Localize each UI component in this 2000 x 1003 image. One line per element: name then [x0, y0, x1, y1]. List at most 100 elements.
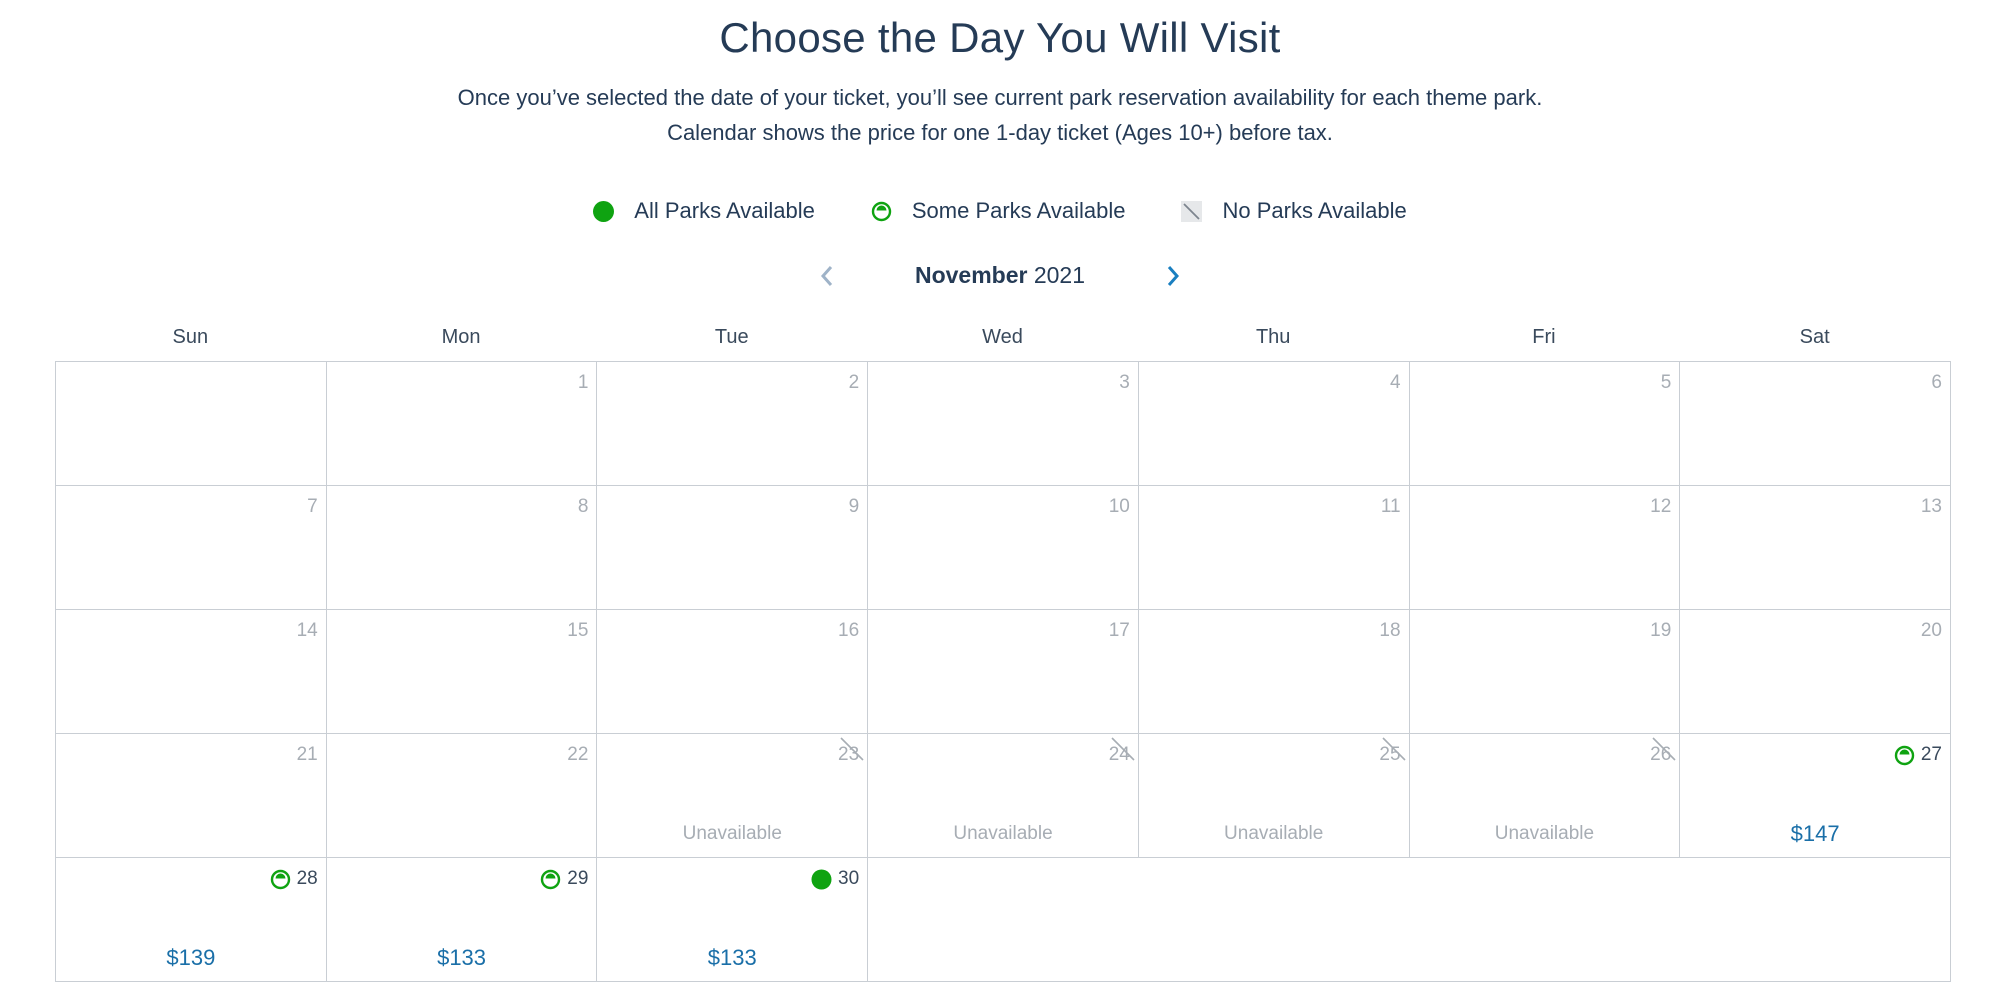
- weekday-thu: Thu: [1255, 326, 1291, 348]
- day-number: 22: [567, 744, 589, 765]
- ticket-price: $133: [437, 945, 487, 970]
- day-header: 30: [811, 868, 859, 890]
- chevron-right-icon: [1167, 265, 1180, 286]
- calendar-day-20: 20: [1680, 610, 1951, 734]
- month-name: November: [914, 262, 1028, 288]
- day-number: 17: [1108, 620, 1130, 641]
- day-number: 1: [577, 372, 589, 393]
- legend-all-parks: All Parks Available: [593, 198, 815, 224]
- next-month-button[interactable]: [1163, 263, 1183, 289]
- weekday-tue: Tue: [714, 326, 749, 348]
- some-parks-available-icon: [540, 869, 561, 890]
- weekday-wed: Wed: [982, 326, 1023, 348]
- calendar-day-3: 3: [868, 362, 1139, 486]
- weekday-sun: Sun: [172, 326, 209, 348]
- day-number: 19: [1650, 620, 1672, 641]
- day-number: 26: [1650, 744, 1672, 765]
- unavailable-label: Unavailable: [1494, 823, 1595, 844]
- calendar-day-22: 22: [326, 734, 598, 858]
- no-parks-available-icon: [1181, 200, 1203, 222]
- chevron-left-icon: [820, 265, 833, 286]
- unavailable-label: Unavailable: [953, 823, 1053, 844]
- day-number: 20: [1920, 620, 1942, 641]
- weekday-sat: Sat: [1799, 326, 1830, 348]
- page-subtitle: Once you’ve selected the date of your ti…: [457, 85, 1543, 145]
- calendar-day-5: 5: [1409, 362, 1681, 486]
- calendar-day-7: 7: [56, 486, 327, 610]
- page-title: Choose the Day You Will Visit: [719, 14, 1281, 61]
- ticket-calendar-page: Choose the Day You Will Visit Once you’v…: [0, 0, 2000, 1003]
- day-number: 18: [1379, 620, 1401, 641]
- calendar-day-4: 4: [1138, 362, 1410, 486]
- calendar-day-25: 25 Unavailable: [1138, 734, 1410, 858]
- calendar-day-10: 10: [868, 486, 1139, 610]
- legend-some-parks: Some Parks Available: [871, 198, 1126, 224]
- calendar-day-28[interactable]: 28 $139: [56, 858, 327, 982]
- calendar-day-26: 26 Unavailable: [1409, 734, 1681, 858]
- legend-some-label: Some Parks Available: [911, 198, 1126, 223]
- calendar-day-11: 11: [1138, 486, 1410, 610]
- day-number: 10: [1108, 496, 1130, 517]
- calendar-day-21: 21: [56, 734, 327, 858]
- calendar-day-13: 13: [1680, 486, 1951, 610]
- unavailable-label: Unavailable: [682, 823, 782, 844]
- day-number: 13: [1920, 496, 1942, 517]
- calendar-day-27[interactable]: 27 $147: [1680, 734, 1951, 858]
- day-number: 7: [307, 496, 318, 517]
- day-header: 29: [540, 868, 588, 890]
- calendar-day-23: 23 Unavailable: [597, 734, 869, 858]
- all-parks-available-icon: [593, 200, 615, 222]
- calendar-day-18: 18: [1138, 610, 1410, 734]
- day-number: 15: [567, 620, 589, 641]
- calendar-day-30[interactable]: 30 $133: [597, 858, 869, 982]
- weekday-fri: Fri: [1532, 326, 1556, 348]
- calendar-day-14: 14: [56, 610, 327, 734]
- calendar-day-16: 16: [597, 610, 869, 734]
- ticket-price: $133: [707, 945, 757, 970]
- day-header: 27: [1894, 744, 1942, 766]
- day-number: 14: [296, 620, 318, 641]
- day-number: 27: [1920, 744, 1942, 765]
- calendar-day-29[interactable]: 29 $133: [326, 858, 598, 982]
- calendar-cell-empty: [56, 362, 327, 486]
- day-number: 8: [577, 496, 589, 517]
- day-number: 23: [838, 744, 860, 765]
- calendar-day-24: 24 Unavailable: [868, 734, 1139, 858]
- day-number: 9: [848, 496, 860, 517]
- calendar-grid: 1 2 3 4 5 6 7 8 9 10 11 12 13 14 15 16 1…: [55, 361, 1951, 982]
- day-number: 24: [1108, 744, 1130, 765]
- all-parks-available-icon: [811, 869, 832, 890]
- some-parks-available-icon: [1894, 745, 1915, 766]
- current-month-label: November 2021: [915, 262, 1085, 289]
- weekday-header: Sun Mon Tue Wed Thu Fri Sat: [55, 326, 1950, 349]
- day-number: 12: [1650, 496, 1672, 517]
- month-navigation: November 2021: [0, 262, 2000, 289]
- calendar-day-12: 12: [1409, 486, 1681, 610]
- month-year: 2021: [1033, 262, 1086, 288]
- unavailable-label: Unavailable: [1224, 823, 1324, 844]
- calendar-day-15: 15: [326, 610, 598, 734]
- day-number: 21: [296, 744, 318, 765]
- day-number: 28: [296, 868, 318, 889]
- ticket-price: $139: [166, 945, 216, 970]
- day-number: 6: [1931, 372, 1942, 393]
- calendar-day-8: 8: [326, 486, 598, 610]
- day-number: 11: [1380, 496, 1401, 517]
- calendar-day-19: 19: [1409, 610, 1681, 734]
- availability-legend: All Parks Available Some Parks Available…: [0, 198, 2000, 224]
- legend-none-label: No Parks Available: [1222, 198, 1407, 223]
- ticket-price: $147: [1790, 821, 1840, 846]
- day-number: 5: [1660, 372, 1672, 393]
- some-parks-available-icon: [871, 201, 892, 222]
- day-header: 28: [270, 868, 318, 890]
- legend-all-label: All Parks Available: [634, 198, 815, 223]
- some-parks-available-icon: [270, 869, 291, 890]
- day-number: 2: [848, 372, 860, 393]
- weekday-mon: Mon: [441, 326, 481, 348]
- day-number: 25: [1379, 744, 1401, 765]
- day-number: 4: [1389, 372, 1401, 393]
- day-number: 16: [838, 620, 860, 641]
- previous-month-button[interactable]: [817, 263, 837, 289]
- day-number: 3: [1119, 372, 1130, 393]
- legend-no-parks: No Parks Available: [1181, 198, 1407, 224]
